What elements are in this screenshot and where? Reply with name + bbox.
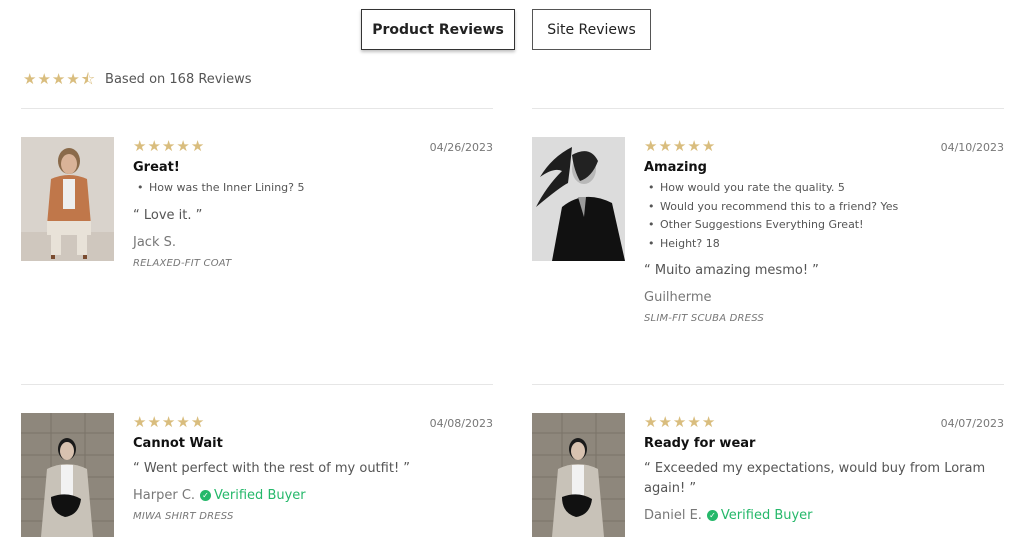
- review-date: 04/26/2023: [429, 141, 493, 154]
- star-icon: ★: [161, 412, 176, 431]
- review-answer: How was the Inner Lining? 5: [133, 179, 493, 198]
- star-icon: ★: [672, 412, 687, 431]
- review-author: Jack S.: [133, 235, 493, 250]
- review-date: 04/10/2023: [940, 141, 1004, 154]
- review-photo[interactable]: [21, 137, 114, 261]
- star-icon: ★: [147, 412, 161, 431]
- star-icon: ★: [66, 69, 80, 88]
- review-text: “ Exceeded my expectations, would buy fr…: [644, 461, 986, 496]
- tab-product-reviews[interactable]: Product Reviews: [361, 9, 515, 50]
- verified-label: Verified Buyer: [214, 488, 306, 503]
- checkmark-icon: ✓: [200, 490, 212, 501]
- rating-summary: ★ ★ ★ ★ ⯪ Based on 168 Reviews: [23, 70, 252, 88]
- star-icon: ★: [190, 136, 205, 155]
- star-icon: ★: [23, 69, 37, 88]
- review-tabs: Product Reviews Site Reviews: [0, 9, 1024, 50]
- star-icon: ★: [176, 412, 190, 431]
- star-icon: ★: [161, 136, 176, 155]
- star-icon: ★: [687, 136, 701, 155]
- star-icon: ★: [147, 136, 161, 155]
- review-answer: How would you rate the quality. 5: [644, 179, 1004, 198]
- star-icon: ★: [672, 136, 687, 155]
- tab-site-reviews[interactable]: Site Reviews: [532, 9, 651, 50]
- review-text: “ Muito amazing mesmo! ”: [644, 263, 819, 278]
- author-name: Guilherme: [644, 290, 712, 305]
- star-icon: ★: [701, 412, 716, 431]
- review-photo[interactable]: [532, 137, 625, 261]
- review-title: Ready for wear: [644, 436, 756, 451]
- half-star-icon: ⯪: [80, 69, 96, 88]
- verified-label: Verified Buyer: [720, 508, 813, 523]
- divider: [21, 384, 493, 385]
- divider: [21, 108, 493, 109]
- divider: [532, 384, 1004, 385]
- review-author: Guilherme: [644, 290, 1004, 305]
- author-name: Harper C.: [133, 488, 196, 503]
- review-author: Harper C. ✓ Verified Buyer: [133, 488, 493, 503]
- star-icon: ★: [176, 136, 190, 155]
- verified-buyer-badge: ✓ Verified Buyer: [706, 508, 813, 523]
- checkmark-icon: ✓: [706, 510, 718, 521]
- star-icon: ★: [51, 69, 66, 88]
- average-rating-stars: ★ ★ ★ ★ ⯪: [23, 69, 96, 88]
- star-icon: ★: [644, 412, 658, 431]
- star-icon: ★: [133, 136, 147, 155]
- star-icon: ★: [133, 412, 147, 431]
- product-name[interactable]: SLIM-FIT SCUBA DRESS: [644, 313, 1004, 324]
- star-icon: ★: [687, 412, 701, 431]
- review-answer: Other Suggestions Everything Great!: [644, 216, 1004, 235]
- review-photo[interactable]: [532, 413, 625, 537]
- product-name[interactable]: RELAXED-FIT COAT: [133, 258, 493, 269]
- star-icon: ★: [190, 412, 205, 431]
- author-name: Daniel E.: [644, 508, 702, 523]
- review-author: Daniel E. ✓ Verified Buyer: [644, 508, 1004, 523]
- review-answer: Height? 18: [644, 235, 1004, 254]
- star-icon: ★: [644, 136, 658, 155]
- review-date: 04/08/2023: [429, 417, 493, 430]
- star-icon: ★: [658, 412, 672, 431]
- review-answers: How would you rate the quality. 5 Would …: [644, 179, 1004, 253]
- review-text: “ Went perfect with the rest of my outfi…: [133, 461, 411, 476]
- review-title: Great!: [133, 160, 180, 175]
- review-count: Based on 168 Reviews: [105, 71, 252, 87]
- review-date: 04/07/2023: [940, 417, 1004, 430]
- review-answer: Would you recommend this to a friend? Ye…: [644, 198, 1004, 217]
- star-icon: ★: [37, 69, 51, 88]
- divider: [532, 108, 1004, 109]
- review-answers: How was the Inner Lining? 5: [133, 179, 493, 198]
- product-name[interactable]: MIWA SHIRT DRESS: [133, 511, 493, 522]
- review-title: Amazing: [644, 160, 707, 175]
- verified-buyer-badge: ✓ Verified Buyer: [200, 488, 306, 503]
- review-text: “ Love it. ”: [133, 207, 203, 223]
- review-photo[interactable]: [21, 413, 114, 537]
- review-title: Cannot Wait: [133, 436, 223, 451]
- star-icon: ★: [658, 136, 672, 155]
- star-icon: ★: [701, 136, 716, 155]
- author-name: Jack S.: [133, 234, 176, 250]
